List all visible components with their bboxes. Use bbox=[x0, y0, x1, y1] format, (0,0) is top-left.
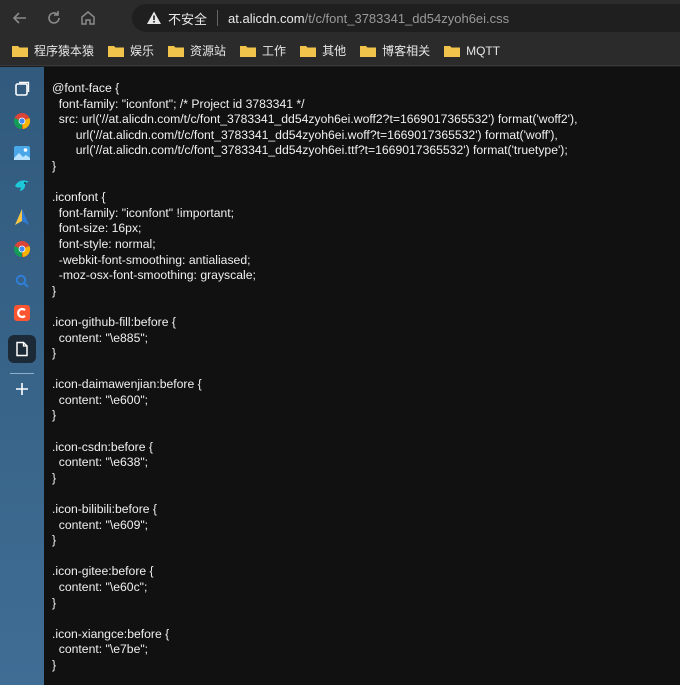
sidebar-item-photos[interactable] bbox=[8, 139, 36, 167]
bookmark-label: 工作 bbox=[262, 44, 287, 58]
bookmark-label: 其他 bbox=[322, 44, 347, 58]
sidebar-item-chrome-2[interactable] bbox=[8, 235, 36, 263]
home-icon bbox=[81, 11, 95, 25]
reload-icon bbox=[48, 11, 60, 24]
bookmark-folder[interactable]: 博客相关 bbox=[360, 42, 430, 59]
bookmark-folder[interactable]: 娱乐 bbox=[108, 42, 154, 59]
browser-toolbar: 不安全 at.alicdn.com/t/c/font_3783341_dd54z… bbox=[0, 0, 680, 36]
sidebar-divider bbox=[10, 373, 34, 374]
tabs-icon bbox=[15, 81, 30, 96]
reload-button[interactable] bbox=[40, 4, 68, 32]
folder-icon bbox=[168, 45, 185, 57]
folder-icon bbox=[360, 45, 377, 57]
url-host[interactable]: at.alicdn.com bbox=[228, 11, 305, 26]
omnibox-divider bbox=[217, 10, 219, 26]
side-panel bbox=[0, 67, 44, 685]
folder-icon bbox=[300, 45, 317, 57]
url-path[interactable]: /t/c/font_3783341_dd54zyoh6ei.css bbox=[305, 11, 510, 26]
bookmark-label: 程序猿本猿 bbox=[34, 44, 95, 58]
sidebar-item-bird-app[interactable] bbox=[8, 171, 36, 199]
search-app-icon bbox=[15, 274, 29, 288]
warning-icon[interactable] bbox=[146, 10, 162, 26]
sidebar-item-search-app[interactable] bbox=[8, 267, 36, 295]
sidebar-item-navigation[interactable] bbox=[8, 203, 36, 231]
document-icon bbox=[16, 341, 28, 357]
home-button[interactable] bbox=[74, 4, 102, 32]
security-label[interactable]: 不安全 bbox=[168, 9, 207, 28]
folder-icon bbox=[240, 45, 257, 57]
bird-app-icon bbox=[15, 180, 29, 191]
bookmark-label: 资源站 bbox=[190, 44, 227, 58]
page-content: @font-face { font-family: "iconfont"; /*… bbox=[44, 67, 680, 685]
bookmark-label: 博客相关 bbox=[382, 44, 431, 58]
folder-icon bbox=[444, 45, 461, 57]
folder-icon bbox=[108, 45, 125, 57]
back-arrow-icon bbox=[12, 12, 26, 24]
bookmarks-bar: 程序猿本猿 娱乐 资源站 工作 其他 博客相关 MQTT bbox=[0, 36, 680, 66]
bookmark-label: 娱乐 bbox=[130, 44, 155, 58]
bookmark-folder[interactable]: 资源站 bbox=[168, 42, 226, 59]
css-source-text: @font-face { font-family: "iconfont"; /*… bbox=[52, 81, 578, 672]
bookmark-folder[interactable]: 程序猿本猿 bbox=[12, 42, 94, 59]
sidebar-item-document[interactable] bbox=[8, 335, 36, 363]
chrome-icon-2 bbox=[13, 241, 31, 258]
csdn-icon bbox=[14, 305, 30, 321]
bookmark-folder[interactable]: 工作 bbox=[240, 42, 286, 59]
chrome-icon bbox=[13, 113, 31, 130]
navigation-icon bbox=[15, 209, 29, 225]
sidebar-item-csdn[interactable] bbox=[8, 299, 36, 327]
add-icon bbox=[16, 383, 28, 395]
folder-icon bbox=[12, 45, 28, 57]
address-bar[interactable]: 不安全 at.alicdn.com/t/c/font_3783341_dd54z… bbox=[132, 4, 680, 32]
photos-icon bbox=[14, 146, 30, 160]
bookmark-label: MQTT bbox=[466, 43, 501, 58]
back-button[interactable] bbox=[6, 4, 34, 32]
bookmark-folder[interactable]: 其他 bbox=[300, 42, 346, 59]
sidebar-item-tabs[interactable] bbox=[8, 75, 36, 103]
bookmark-folder[interactable]: MQTT bbox=[444, 44, 500, 58]
sidebar-item-chrome[interactable] bbox=[8, 107, 36, 135]
add-app-button[interactable] bbox=[8, 375, 36, 403]
